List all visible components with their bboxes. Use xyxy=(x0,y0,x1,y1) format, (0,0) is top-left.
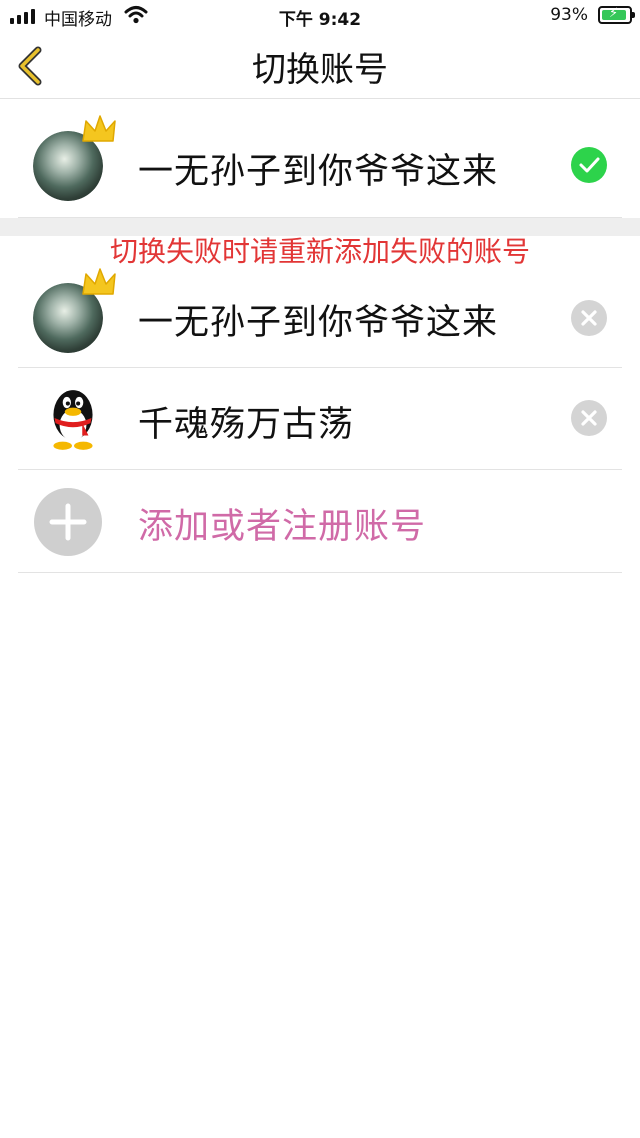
battery-percent: 93% xyxy=(550,5,588,25)
account-name: 一无孙子到你爷爷这来 xyxy=(138,152,499,192)
page-title: 切换账号 xyxy=(252,50,388,90)
account-row[interactable]: 一无孙子到你爷爷这来 xyxy=(0,266,640,368)
status-bar: 中国移动 下午 9:42 93% ⚡ xyxy=(0,0,640,34)
close-circle-icon[interactable] xyxy=(571,400,607,436)
check-circle-icon xyxy=(571,147,607,183)
navigation-bar: 切换账号 xyxy=(0,34,640,99)
qq-penguin-icon xyxy=(53,390,93,450)
current-account-row[interactable]: 一无孙子到你爷爷这来 xyxy=(0,99,640,218)
close-circle-icon[interactable] xyxy=(571,300,607,336)
crown-icon xyxy=(82,115,116,142)
divider xyxy=(18,572,622,573)
account-name: 千魂殇万古荡 xyxy=(138,405,355,445)
battery-icon: ⚡ xyxy=(598,6,635,24)
failure-notice: 切换失败时请重新添加失败的账号 xyxy=(109,235,530,268)
add-account-label[interactable]: 添加或者注册账号 xyxy=(138,498,426,549)
crown-icon xyxy=(82,268,116,295)
account-row[interactable]: 千魂殇万古荡 xyxy=(0,368,640,470)
account-name: 一无孙子到你爷爷这来 xyxy=(138,303,499,343)
plus-icon[interactable] xyxy=(34,488,102,556)
clock: 下午 9:42 xyxy=(278,10,362,30)
